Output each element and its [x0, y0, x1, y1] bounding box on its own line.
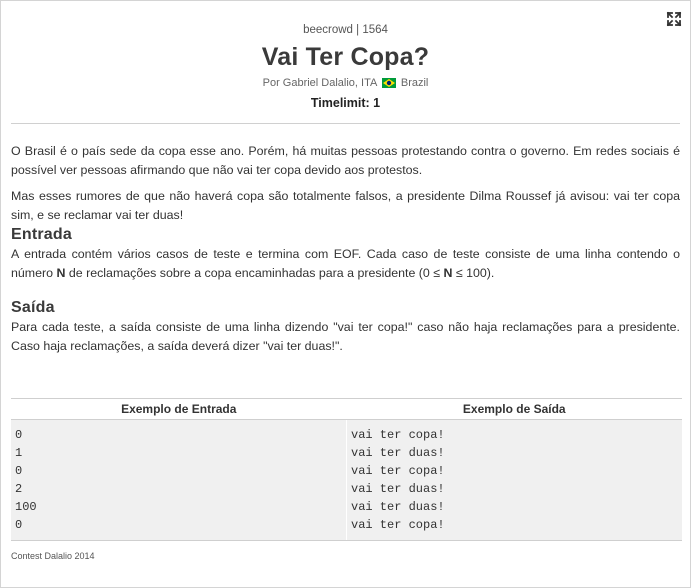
example-output-line: vai ter duas!: [351, 500, 445, 514]
input-description: A entrada contém vários casos de teste e…: [11, 245, 680, 283]
author-country: Brazil: [400, 77, 429, 89]
breadcrumb: beecrowd | 1564: [303, 24, 388, 36]
example-input-line: 2: [15, 482, 23, 496]
example-input-header: Exemplo de Entrada: [11, 398, 347, 420]
example-input-line: 0: [15, 464, 23, 478]
output-heading: Saída: [11, 299, 55, 316]
example-output-line: vai ter copa!: [351, 518, 445, 532]
example-output-cell[interactable]: vai ter copa! vai ter duas! vai ter copa…: [346, 419, 682, 541]
header-divider: [11, 123, 680, 124]
example-input-line: 0: [15, 518, 23, 532]
example-output-header: Exemplo de Saída: [346, 398, 682, 420]
problem-panel: beecrowd | 1564 Vai Ter Copa? Por Gabrie…: [0, 0, 691, 588]
problem-description: O Brasil é o país sede da copa esse ano.…: [11, 142, 680, 356]
author-line: Por Gabriel Dalalio, ITA Brazil: [1, 76, 690, 92]
example-input-line: 0: [15, 428, 23, 442]
brazil-flag-icon: [381, 78, 396, 92]
example-input-line: 100: [15, 500, 37, 514]
example-input-line: 1: [15, 446, 23, 460]
example-output-line: vai ter duas!: [351, 482, 445, 496]
description-paragraph-2: Mas esses rumores de que não haverá copa…: [11, 189, 680, 222]
page-title: Vai Ter Copa?: [261, 43, 430, 71]
example-output-line: vai ter copa!: [351, 428, 445, 442]
example-input-cell[interactable]: 0 1 0 2 100 0: [11, 419, 347, 541]
example-output-line: vai ter copa!: [351, 464, 445, 478]
timelimit: Timelimit: 1: [310, 96, 381, 110]
output-description: Para cada teste, a saída consiste de uma…: [11, 320, 680, 353]
input-text-part: ≤ 100).: [452, 266, 495, 280]
input-heading: Entrada: [11, 226, 72, 243]
expand-icon[interactable]: [666, 11, 682, 27]
description-paragraph-1: O Brasil é o país sede da copa esse ano.…: [11, 144, 680, 177]
examples-table: Exemplo de Entrada Exemplo de Saída 0 1 …: [11, 398, 682, 541]
example-output-line: vai ter duas!: [351, 446, 445, 460]
contest-footer: Contest Dalalio 2014: [11, 551, 95, 561]
problem-header: beecrowd | 1564 Vai Ter Copa? Por Gabrie…: [1, 1, 690, 111]
author-name: Por Gabriel Dalalio, ITA: [262, 77, 377, 89]
input-text-part: de reclamações sobre a copa encaminhadas…: [65, 266, 444, 280]
